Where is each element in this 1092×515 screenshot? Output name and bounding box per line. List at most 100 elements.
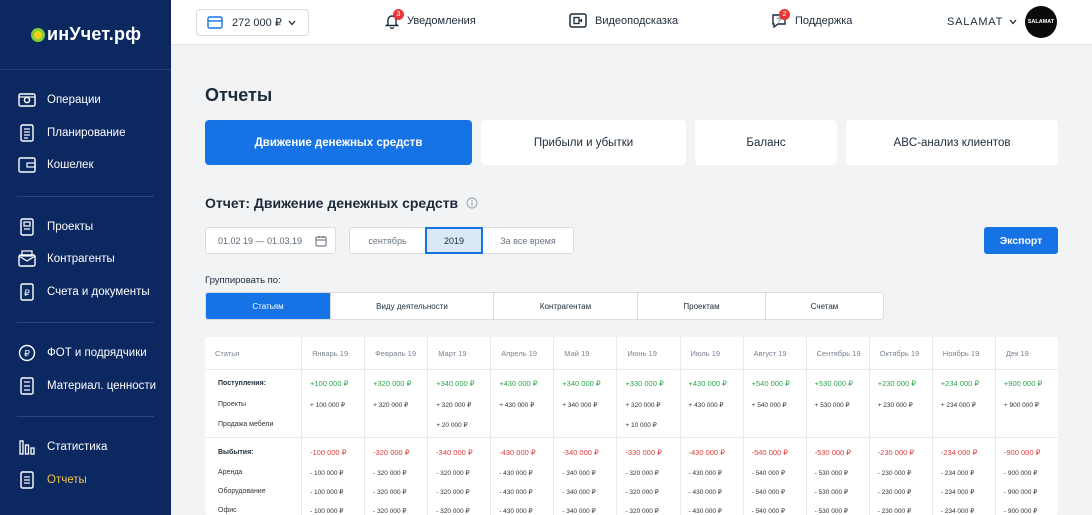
group-tab-accounts[interactable]: Счетам	[765, 293, 883, 319]
section-title: Отчет: Движение денежных средств	[205, 195, 478, 211]
sidebar-item-label: ФОТ и подрядчики	[47, 347, 147, 360]
documents-icon: ₽	[20, 283, 34, 301]
nav-group-resources: ₽ ФОТ и подрядчики Материал. ценности	[0, 323, 171, 416]
income-total-cell: +900 000 ₽	[1003, 379, 1043, 388]
income-projects-cell: + 430 000 ₽	[688, 402, 724, 409]
expense-office-cell: - 230 000 ₽	[877, 508, 912, 515]
support-badge: 2	[779, 9, 790, 20]
video-hint-label: Видеоподсказка	[595, 14, 679, 27]
income-furniture-cell: + 20 000 ₽	[436, 422, 468, 429]
tab-balance[interactable]: Баланс	[695, 120, 837, 165]
expense-rent-cell: - 430 000 ₽	[688, 470, 722, 477]
expense-total-cell: -430 000 ₽	[688, 448, 725, 457]
expense-total-cell: -234 000 ₽	[940, 448, 978, 457]
expense-total-cell: -320 000 ₽	[373, 448, 410, 457]
expense-equipment-cell: - 230 000 ₽	[877, 489, 912, 496]
nav-group-projects: Проекты Контрагенты ₽ Счета и документы	[0, 197, 171, 323]
sidebar-item-planning[interactable]: Планирование	[0, 117, 171, 150]
nav-group-reports: Статистика Отчеты	[0, 417, 171, 510]
income-projects-cell: + 230 000 ₽	[877, 402, 913, 409]
expense-office-cell: - 320 000 ₽	[625, 508, 659, 515]
user-name: SALAMAT	[947, 16, 1004, 28]
expense-row-label: Офис	[218, 507, 237, 514]
date-range-input[interactable]: 01.02 19 — 01.03.19	[205, 227, 336, 254]
group-tab-articles[interactable]: Статьям	[206, 293, 330, 319]
bell-icon-wrap: 3	[385, 9, 407, 29]
main-content: Отчеты Движение денежных средств Прибыли…	[171, 45, 1092, 515]
income-total-cell: +100 000 ₽	[310, 379, 349, 388]
sidebar-item-reports[interactable]: Отчеты	[0, 464, 171, 497]
svg-text:₽: ₽	[24, 349, 30, 359]
avatar[interactable]: SALAMAT	[1025, 6, 1057, 38]
sidebar-item-payroll[interactable]: ₽ ФОТ и подрядчики	[0, 337, 171, 370]
balance-value: 272 000 ₽	[232, 17, 282, 29]
income-projects-cell: + 340 000 ₽	[562, 402, 598, 409]
table-header-month: Дек 19	[995, 337, 1058, 370]
sidebar-item-label: Отчеты	[47, 473, 87, 486]
expense-total-cell: -540 000 ₽	[751, 448, 789, 457]
sidebar-item-inventory[interactable]: Материал. ценности	[0, 370, 171, 403]
expense-total-cell: -340 000 ₽	[562, 448, 599, 457]
logo-mark-icon	[31, 27, 45, 42]
expense-equipment-cell: - 540 000 ₽	[751, 489, 786, 496]
top-bar: 272 000 ₽ 3 Уведомления Видеоподсказка ?…	[171, 0, 1092, 45]
expense-equipment-cell: - 320 000 ₽	[373, 489, 407, 496]
chevron-down-icon	[1009, 19, 1017, 25]
expense-rent-cell: - 340 000 ₽	[562, 470, 596, 477]
income-total-cell: +340 000 ₽	[436, 379, 475, 388]
period-all-time[interactable]: За все время	[482, 227, 574, 254]
expense-total-cell: -530 000 ₽	[814, 448, 852, 457]
expense-office-cell: - 340 000 ₽	[562, 508, 596, 515]
group-tab-contractors[interactable]: Контрагентам	[493, 293, 637, 319]
calendar-icon[interactable]	[315, 235, 327, 247]
income-total-cell: +330 000 ₽	[625, 379, 664, 388]
expense-total-cell: -330 000 ₽	[625, 448, 662, 457]
video-hint-link[interactable]: Видеоподсказка	[569, 13, 678, 28]
expense-rent-cell: - 230 000 ₽	[877, 470, 912, 477]
support-link[interactable]: ? 2 Поддержка	[771, 9, 852, 29]
group-tab-activity[interactable]: Виду деятельности	[330, 293, 493, 319]
logo[interactable]: инУчет.рф	[0, 0, 171, 70]
sidebar-item-projects[interactable]: Проекты	[0, 211, 171, 244]
avatar-logo: SALAMAT	[1027, 19, 1055, 25]
sidebar-item-statistics[interactable]: Статистика	[0, 431, 171, 464]
expense-office-cell: - 530 000 ₽	[814, 508, 849, 515]
table-column-article: Статья Поступления: Проекты Продажа мебели В…	[205, 337, 301, 515]
group-by-label: Группировать по:	[205, 275, 281, 286]
wallet-card-icon	[18, 93, 36, 107]
nav-group-main: Операции Планирование Кошелек	[0, 70, 171, 196]
table-column-month: Июль 19 +430 000 ₽ + 430 000 ₽ -430 000 ₽ - …	[679, 337, 743, 515]
sidebar-item-label: Операции	[47, 94, 101, 107]
expense-equipment-cell: - 320 000 ₽	[625, 489, 659, 496]
sidebar-item-wallet[interactable]: Кошелек	[0, 149, 171, 182]
income-total-cell: +430 000 ₽	[499, 379, 538, 388]
table-column-month: Июнь 19 +330 000 ₽ + 320 000 ₽ + 10 000 ₽ -3…	[616, 337, 680, 515]
tab-cash-flow[interactable]: Движение денежных средств	[205, 120, 472, 165]
expense-row-label: Аренда	[218, 469, 243, 476]
user-menu[interactable]: SALAMAT	[947, 16, 1017, 28]
balance-dropdown[interactable]: 272 000 ₽	[196, 9, 309, 36]
export-button[interactable]: Экспорт	[984, 227, 1058, 254]
expense-equipment-cell: - 320 000 ₽	[436, 489, 470, 496]
expense-office-cell: - 320 000 ₽	[373, 508, 407, 515]
expense-total-cell: -230 000 ₽	[877, 448, 915, 457]
income-projects-cell: + 320 000 ₽	[373, 402, 409, 409]
group-tab-projects[interactable]: Проектам	[637, 293, 765, 319]
sidebar-item-contractors[interactable]: Контрагенты	[0, 243, 171, 276]
sidebar-item-documents[interactable]: ₽ Счета и документы	[0, 276, 171, 309]
period-selector: сентябрь 2019 За все время	[349, 227, 574, 254]
table-column-month: Февраль 19 +320 000 ₽ + 320 000 ₽ -320 000 …	[364, 337, 428, 515]
info-icon[interactable]	[466, 197, 478, 209]
expense-rent-cell: - 320 000 ₽	[373, 470, 407, 477]
tab-profit-loss[interactable]: Прибыли и убытки	[481, 120, 686, 165]
chevron-down-icon	[288, 20, 296, 25]
expense-equipment-cell: - 100 000 ₽	[310, 489, 344, 496]
table-column-month: Октябрь 19 +230 000 ₽ + 230 000 ₽ -230 000 …	[868, 337, 932, 515]
period-year[interactable]: 2019	[425, 227, 483, 254]
table-column-month: Ноябрь 19 +234 000 ₽ + 234 000 ₽ -234 000 ₽…	[931, 337, 995, 515]
income-total-cell: +340 000 ₽	[562, 379, 601, 388]
notifications-link[interactable]: 3 Уведомления	[385, 9, 476, 29]
period-month[interactable]: сентябрь	[349, 227, 426, 254]
tab-abc-analysis[interactable]: ABC-анализ клиентов	[846, 120, 1058, 165]
sidebar-item-operations[interactable]: Операции	[0, 84, 171, 117]
